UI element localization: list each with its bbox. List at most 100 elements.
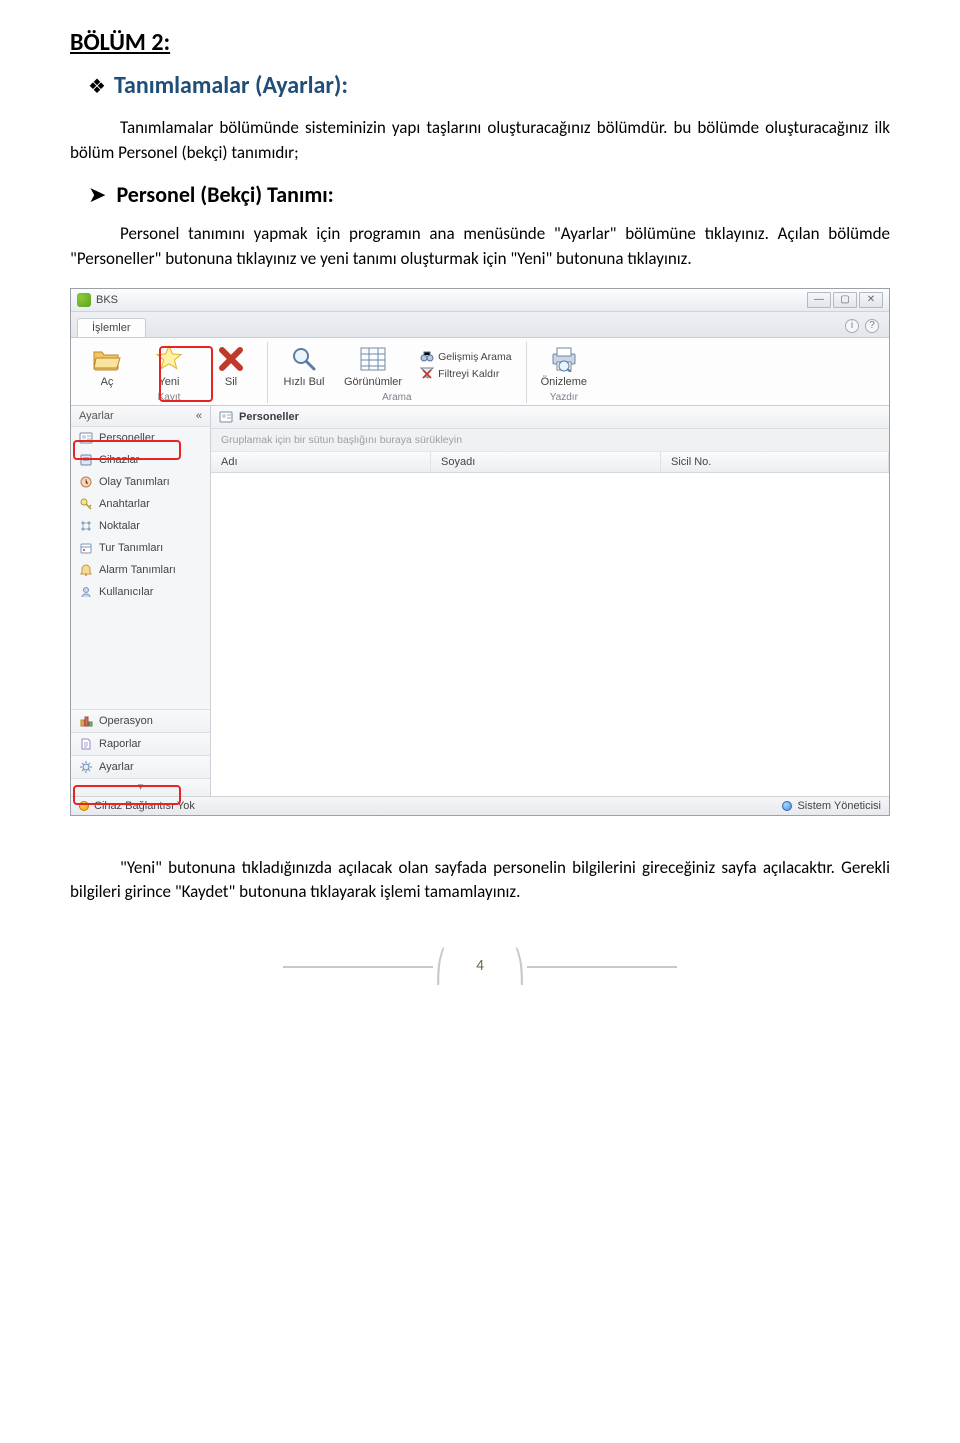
sidebar-label-kullanicilar: Kullanıcılar [99, 586, 153, 598]
sidebar-header: Ayarlar « [71, 406, 210, 427]
folder-open-icon [92, 344, 122, 374]
bottom-nav-raporlar[interactable]: Raporlar [71, 732, 210, 755]
views-button[interactable]: Görünümler [344, 344, 402, 388]
maximize-button[interactable]: ▢ [833, 292, 857, 308]
paragraph-1: Tanımlamalar bölümünde sisteminizin yapı… [70, 116, 890, 165]
ribbon: Aç Yeni Sil Kayıt [71, 337, 889, 406]
page-number: 4 [448, 955, 512, 979]
preview-button[interactable]: Önizleme [541, 344, 587, 388]
group-arama: Hızlı Bul Görünümler Gelişmiş [268, 342, 527, 403]
sidebar-item-anahtarlar[interactable]: Anahtarlar [71, 493, 210, 515]
sidebar-item-tur[interactable]: Tur Tanımları [71, 537, 210, 559]
quick-find-button[interactable]: Hızlı Bul [282, 344, 326, 388]
sidebar-dropdown-icon[interactable]: ▾ [71, 778, 210, 796]
calendar-icon [79, 541, 93, 555]
open-button[interactable]: Aç [85, 344, 129, 388]
page-footer: ⎛ 4 ⎞ [70, 955, 890, 979]
advanced-search-label: Gelişmiş Arama [438, 351, 512, 363]
content-header: Personeller [211, 406, 889, 429]
sidebar-item-noktalar[interactable]: Noktalar [71, 515, 210, 537]
person-card-icon [79, 431, 93, 445]
column-header-sicil[interactable]: Sicil No. [661, 452, 889, 472]
user-icon [782, 801, 792, 811]
footer-bracket-left-icon: ⎛ [433, 955, 448, 980]
sidebar-item-alarm[interactable]: Alarm Tanımları [71, 559, 210, 581]
statusbar: Cihaz Bağlantısı Yok Sistem Yöneticisi [71, 796, 889, 815]
bottom-nav-ayarlar-label: Ayarlar [99, 761, 134, 773]
sidebar-header-label: Ayarlar [79, 410, 114, 422]
group-yazdir: Önizleme Yazdır [527, 342, 601, 403]
sidebar-item-olay[interactable]: Olay Tanımları [71, 471, 210, 493]
open-label: Aç [101, 376, 114, 388]
titlebar: BKS ― ▢ ✕ [71, 289, 889, 312]
footer-bracket-right-icon: ⎞ [512, 955, 527, 980]
content-title: Personeller [239, 411, 299, 423]
screenshot-container: BKS ― ▢ ✕ İşlemler i ? Aç [70, 288, 890, 816]
star-icon [154, 344, 184, 374]
app-icon [77, 293, 91, 307]
sidebar-item-cihazlar[interactable]: Cihazlar [71, 449, 210, 471]
delete-x-icon [216, 344, 246, 374]
new-button[interactable]: Yeni [147, 344, 191, 388]
close-button[interactable]: ✕ [859, 292, 883, 308]
magnifier-icon [289, 344, 319, 374]
alarm-icon [79, 563, 93, 577]
preview-label: Önizleme [541, 376, 587, 388]
reports-icon [79, 737, 93, 751]
content-pane: Personeller Gruplamak için bir sütun baş… [211, 406, 889, 796]
bottom-nav-ayarlar[interactable]: Ayarlar [71, 755, 210, 778]
subheading: Tanımlamalar (Ayarlar): [114, 71, 348, 100]
sidebar-label-anahtarlar: Anahtarlar [99, 498, 150, 510]
status-dot-icon [79, 801, 89, 811]
sub-subheading: Personel (Bekçi) Tanımı: [116, 181, 333, 208]
bottom-nav-operasyon-label: Operasyon [99, 715, 153, 727]
sidebar-label-noktalar: Noktalar [99, 520, 140, 532]
group-kayit-label: Kayıt [85, 392, 253, 403]
sidebar-collapse-button[interactable]: « [196, 410, 202, 422]
views-label: Görünümler [344, 376, 402, 388]
footer-rule-right [527, 966, 677, 968]
column-header-soyadi[interactable]: Soyadı [431, 452, 661, 472]
binoculars-icon [420, 350, 434, 365]
delete-label: Sil [225, 376, 237, 388]
event-icon [79, 475, 93, 489]
minimize-button[interactable]: ― [807, 292, 831, 308]
group-kayit: Aç Yeni Sil Kayıt [71, 342, 268, 403]
delete-button[interactable]: Sil [209, 344, 253, 388]
print-preview-icon [549, 344, 579, 374]
group-yazdir-label: Yazdır [541, 392, 587, 403]
sidebar-label-tur: Tur Tanımları [99, 542, 163, 554]
column-headers: Adı Soyadı Sicil No. [211, 452, 889, 473]
grid-empty [211, 473, 889, 796]
sidebar-label-cihazlar: Cihazlar [99, 454, 139, 466]
quick-find-label: Hızlı Bul [284, 376, 325, 388]
sidebar-item-kullanicilar[interactable]: Kullanıcılar [71, 581, 210, 603]
status-user-label: Sistem Yöneticisi [797, 800, 881, 812]
help-icon[interactable]: ? [865, 319, 879, 333]
sidebar: Ayarlar « Personeller Cihazlar Olay Tanı… [71, 406, 211, 796]
diamond-bullet-icon: ❖ [88, 77, 106, 97]
grid-icon [358, 344, 388, 374]
gear-icon [79, 760, 93, 774]
arrow-right-icon: ➤ [88, 184, 106, 206]
sidebar-label-alarm: Alarm Tanımları [99, 564, 176, 576]
clear-filter-button[interactable]: Filtreyi Kaldır [420, 367, 499, 382]
advanced-search-button[interactable]: Gelişmiş Arama [420, 350, 512, 365]
tab-islemler[interactable]: İşlemler [77, 318, 146, 337]
status-connection: Cihaz Bağlantısı Yok [79, 800, 195, 812]
clear-filter-icon [420, 367, 434, 382]
key-icon [79, 497, 93, 511]
app-window: BKS ― ▢ ✕ İşlemler i ? Aç [70, 288, 890, 816]
device-icon [79, 453, 93, 467]
column-header-adi[interactable]: Adı [211, 452, 431, 472]
bottom-nav-operasyon[interactable]: Operasyon [71, 709, 210, 732]
bottom-nav-raporlar-label: Raporlar [99, 738, 141, 750]
group-by-hint[interactable]: Gruplamak için bir sütun başlığını buray… [211, 429, 889, 452]
sidebar-item-personeller[interactable]: Personeller [71, 427, 210, 449]
paragraph-2: Personel tanımını yapmak için programın … [70, 222, 890, 271]
info-icon[interactable]: i [845, 319, 859, 333]
section-heading: BÖLÜM 2: [70, 28, 890, 57]
group-arama-label: Arama [282, 392, 512, 403]
status-connection-label: Cihaz Bağlantısı Yok [94, 800, 195, 812]
paragraph-3: "Yeni" butonuna tıkladığınızda açılacak … [70, 856, 890, 905]
